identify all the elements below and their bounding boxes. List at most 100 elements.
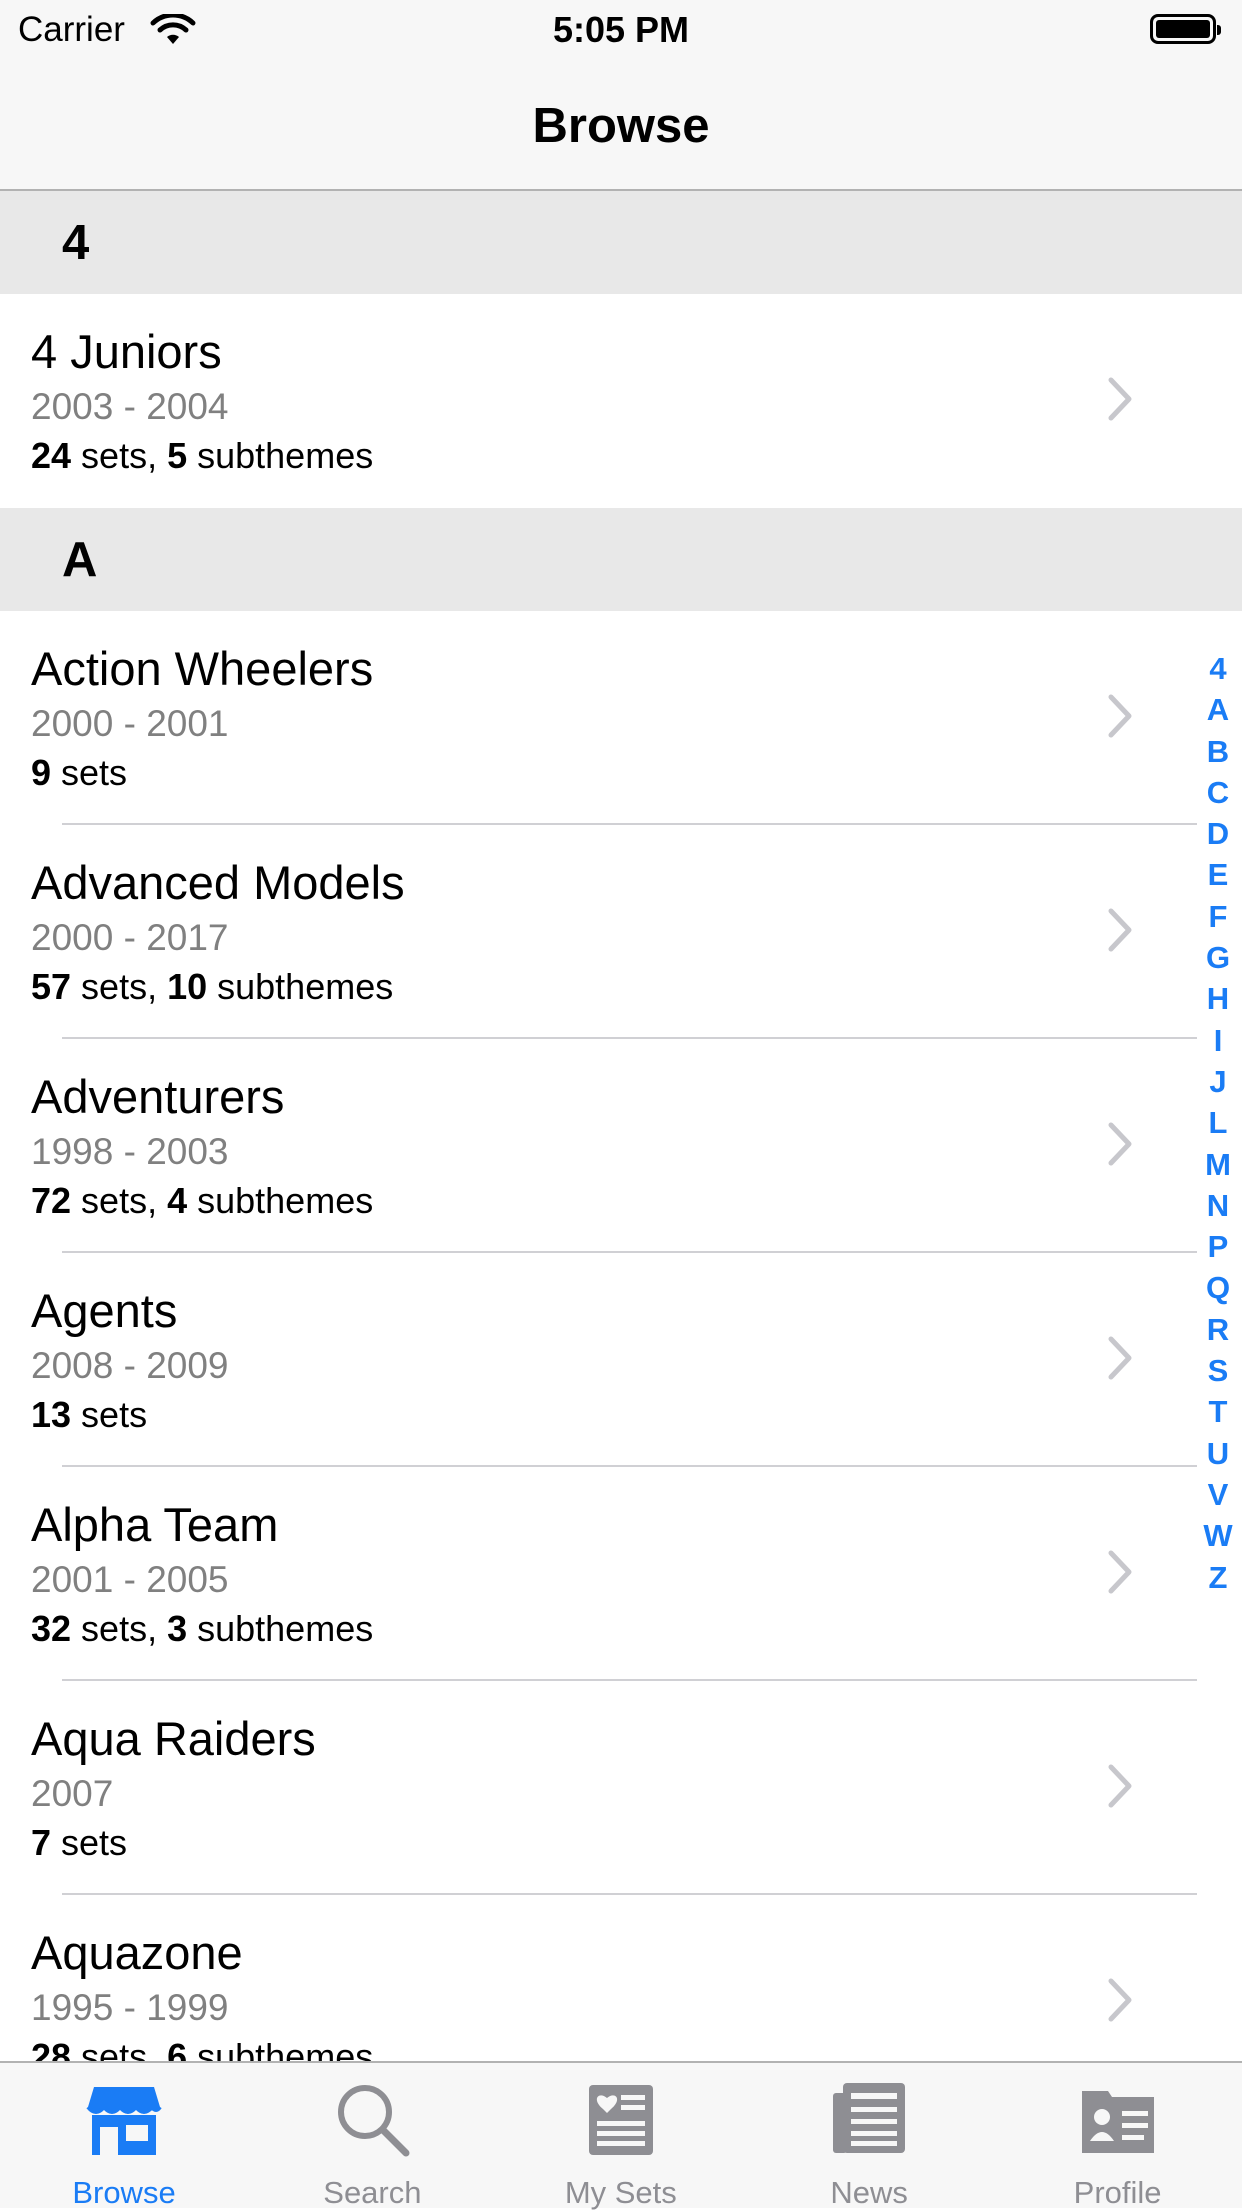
tab-label: Browse: [72, 2175, 176, 2210]
subtheme-count: 4: [167, 1180, 188, 1221]
tab-bar: Browse Search My Sets News Profile: [0, 2061, 1242, 2210]
tab-search[interactable]: Search: [248, 2063, 496, 2210]
theme-counts: 28 sets, 6 subthemes: [31, 2036, 373, 2061]
section-index[interactable]: 4ABCDEFGHIJLMNPQRSTUVWZ: [1200, 648, 1236, 1598]
theme-list[interactable]: 4 4 Juniors 2003 - 2004 24 sets, 5 subth…: [0, 191, 1242, 2061]
chevron-right-icon: [1108, 1122, 1132, 1166]
set-count-label: sets,: [71, 966, 168, 1007]
theme-counts: 24 sets, 5 subthemes: [31, 435, 373, 477]
magnifier-icon: [332, 2079, 412, 2159]
index-letter[interactable]: P: [1208, 1226, 1229, 1267]
index-letter[interactable]: V: [1208, 1474, 1229, 1515]
subtheme-count-label: subthemes: [187, 1180, 374, 1221]
tab-my-sets[interactable]: My Sets: [497, 2063, 745, 2210]
chevron-right-icon: [1108, 908, 1132, 952]
set-count: 72: [31, 1180, 72, 1221]
index-letter[interactable]: B: [1207, 731, 1229, 772]
navigation-bar: Browse: [0, 62, 1242, 191]
theme-row[interactable]: Adventurers 1998 - 2003 72 sets, 4 subth…: [0, 1039, 1242, 1253]
tab-browse[interactable]: Browse: [0, 2063, 248, 2210]
theme-row[interactable]: Alpha Team 2001 - 2005 32 sets, 3 subthe…: [0, 1467, 1242, 1681]
subtheme-count-label: subthemes: [207, 966, 394, 1007]
index-letter[interactable]: C: [1207, 772, 1229, 813]
chevron-right-icon: [1108, 1336, 1132, 1380]
set-count: 57: [31, 966, 72, 1007]
subtheme-count: 3: [167, 1608, 188, 1649]
set-count: 7: [31, 1822, 52, 1863]
chevron-right-icon: [1108, 1764, 1132, 1808]
index-letter[interactable]: D: [1207, 813, 1229, 854]
theme-years: 2001 - 2005: [31, 1559, 229, 1600]
index-letter[interactable]: H: [1207, 978, 1229, 1019]
theme-row[interactable]: Action Wheelers 2000 - 2001 9 sets: [0, 611, 1242, 825]
index-letter[interactable]: 4: [1209, 648, 1226, 689]
index-letter[interactable]: A: [1207, 689, 1229, 730]
index-letter[interactable]: R: [1207, 1309, 1229, 1350]
set-count-label: sets,: [71, 2036, 168, 2061]
theme-name: Alpha Team: [31, 1498, 279, 1551]
theme-years: 1995 - 1999: [31, 1987, 229, 2028]
tab-news[interactable]: News: [745, 2063, 993, 2210]
index-letter[interactable]: W: [1203, 1515, 1232, 1556]
tab-label: Search: [323, 2175, 422, 2210]
contact-card-icon: [1078, 2079, 1158, 2159]
index-letter[interactable]: S: [1208, 1350, 1229, 1391]
theme-row[interactable]: Aqua Raiders 2007 7 sets: [0, 1681, 1242, 1895]
chevron-right-icon: [1108, 377, 1132, 421]
index-letter[interactable]: I: [1214, 1020, 1223, 1061]
theme-row[interactable]: Aquazone 1995 - 1999 28 sets, 6 subtheme…: [0, 1895, 1242, 2061]
theme-name: 4 Juniors: [31, 325, 222, 378]
index-letter[interactable]: Q: [1206, 1267, 1230, 1308]
theme-counts: 7 sets: [31, 1822, 127, 1864]
theme-counts: 72 sets, 4 subthemes: [31, 1180, 373, 1222]
set-count-label: sets: [71, 1394, 148, 1435]
index-letter[interactable]: F: [1209, 896, 1228, 937]
status-bar: Carrier 5:05 PM: [0, 0, 1242, 62]
storefront-icon: [84, 2079, 164, 2159]
heart-list-icon: [581, 2079, 661, 2159]
theme-row[interactable]: Advanced Models 2000 - 2017 57 sets, 10 …: [0, 825, 1242, 1039]
battery-icon: [1150, 14, 1221, 44]
index-letter[interactable]: T: [1209, 1391, 1228, 1432]
set-count: 24: [31, 435, 72, 476]
theme-name: Adventurers: [31, 1070, 285, 1123]
section-header-label: A: [62, 533, 98, 587]
theme-counts: 32 sets, 3 subthemes: [31, 1608, 373, 1650]
theme-row[interactable]: Agents 2008 - 2009 13 sets: [0, 1253, 1242, 1467]
index-letter[interactable]: M: [1205, 1144, 1231, 1185]
set-count-label: sets,: [71, 1180, 168, 1221]
subtheme-count: 10: [167, 966, 208, 1007]
tab-label: Profile: [1073, 2175, 1162, 2210]
set-count: 28: [31, 2036, 72, 2061]
page-title: Browse: [532, 99, 710, 153]
index-letter[interactable]: Z: [1209, 1557, 1228, 1598]
tab-profile[interactable]: Profile: [994, 2063, 1242, 2210]
section-header: A: [0, 508, 1242, 611]
index-letter[interactable]: N: [1207, 1185, 1229, 1226]
theme-name: Aqua Raiders: [31, 1712, 316, 1765]
index-letter[interactable]: E: [1208, 854, 1229, 895]
subtheme-count: 5: [167, 435, 188, 476]
index-letter[interactable]: L: [1209, 1102, 1228, 1143]
theme-counts: 9 sets: [31, 752, 127, 794]
theme-row[interactable]: 4 Juniors 2003 - 2004 24 sets, 5 subthem…: [0, 294, 1242, 508]
theme-name: Agents: [31, 1284, 178, 1337]
index-letter[interactable]: G: [1206, 937, 1230, 978]
index-letter[interactable]: J: [1209, 1061, 1226, 1102]
set-count: 32: [31, 1608, 72, 1649]
theme-years: 1998 - 2003: [31, 1131, 229, 1172]
theme-counts: 57 sets, 10 subthemes: [31, 966, 393, 1008]
subtheme-count-label: subthemes: [187, 2036, 374, 2061]
theme-name: Aquazone: [31, 1926, 243, 1979]
tab-label: My Sets: [564, 2175, 677, 2210]
set-count-label: sets,: [71, 435, 168, 476]
index-letter[interactable]: U: [1207, 1433, 1229, 1474]
set-count-label: sets: [51, 1822, 128, 1863]
theme-years: 2000 - 2017: [31, 917, 229, 958]
theme-name: Action Wheelers: [31, 642, 374, 695]
subtheme-count-label: subthemes: [187, 1608, 374, 1649]
theme-name: Advanced Models: [31, 856, 405, 909]
theme-years: 2007: [31, 1773, 114, 1814]
theme-counts: 13 sets: [31, 1394, 147, 1436]
set-count: 9: [31, 752, 52, 793]
